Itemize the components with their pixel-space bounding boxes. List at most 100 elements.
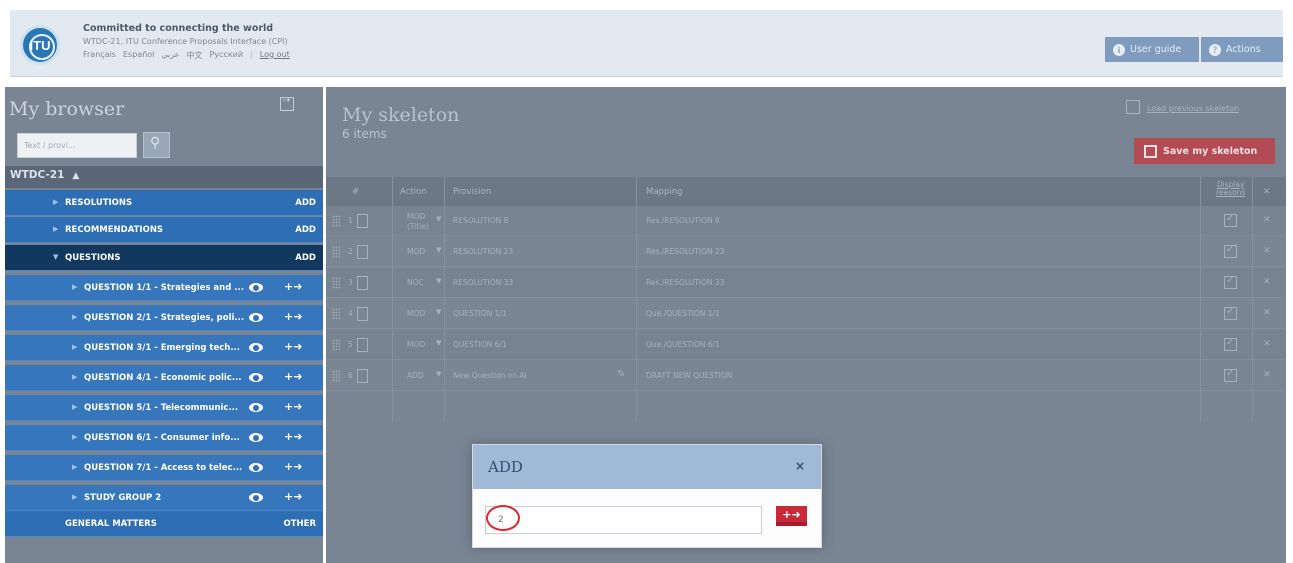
remove-icon[interactable]: ✕ [1263, 246, 1271, 256]
remove-icon[interactable]: ✕ [1263, 308, 1271, 318]
add-link[interactable]: ADD [295, 198, 316, 208]
action-select[interactable]: NOC [407, 278, 424, 287]
tree-item-study-group-2[interactable]: ▶ STUDY GROUP 2 +➜ [5, 485, 323, 511]
document-icon[interactable] [357, 369, 368, 383]
tree-item-questions[interactable]: ▼ QUESTIONS ADD [5, 245, 323, 271]
dropdown-icon[interactable]: ▼ [436, 277, 441, 285]
view-icon[interactable] [249, 373, 263, 382]
tree-item-resolutions[interactable]: ▶ RESOLUTIONS ADD [5, 190, 323, 216]
drag-handle[interactable] [332, 215, 340, 227]
tree-item-question-6-1[interactable]: ▶ QUESTION 6/1 - Consumer info... +➜ [5, 425, 323, 451]
tree-item-question-5-1[interactable]: ▶ QUESTION 5/1 - Telecommunic... +➜ [5, 395, 323, 421]
remove-icon[interactable]: ✕ [1263, 215, 1271, 225]
document-icon[interactable] [357, 307, 368, 321]
lang-chinese[interactable]: 中文 [186, 50, 202, 61]
table-row[interactable]: 3 NOC ▼ RESOLUTION 33 Res./RESOLUTION 33… [326, 268, 1286, 298]
add-arrow-icon[interactable]: +➜ [284, 430, 302, 443]
document-icon[interactable] [357, 338, 368, 352]
display-reasons-checkbox[interactable] [1224, 213, 1237, 227]
document-icon[interactable] [357, 276, 368, 290]
dropdown-icon[interactable]: ▼ [436, 246, 441, 254]
tree-item-recommendations[interactable]: ▶ RECOMMENDATIONS ADD [5, 217, 323, 243]
display-reasons-checkbox[interactable] [1224, 244, 1237, 258]
browser-search-input[interactable]: Text / provi... [17, 133, 137, 158]
add-link[interactable]: ADD [295, 225, 316, 235]
display-reasons-checkbox[interactable] [1224, 337, 1237, 351]
user-guide-label: User guide [1130, 44, 1182, 55]
drag-handle[interactable] [332, 246, 340, 258]
dropdown-icon[interactable]: ▼ [436, 215, 441, 223]
display-reasons-checkbox[interactable] [1224, 306, 1237, 320]
collapse-panel-icon[interactable] [280, 95, 294, 111]
document-icon[interactable] [357, 245, 368, 259]
add-arrow-icon[interactable]: +➜ [284, 280, 302, 293]
dropdown-icon[interactable]: ▼ [436, 339, 441, 347]
add-arrow-icon[interactable]: +➜ [284, 490, 302, 503]
view-icon[interactable] [249, 313, 263, 322]
tree-item-question-2-1[interactable]: ▶ QUESTION 2/1 - Strategies, poli... +➜ [5, 305, 323, 331]
remove-icon[interactable]: ✕ [1263, 277, 1271, 287]
action-select[interactable]: MOD (Title) [407, 212, 429, 232]
add-arrow-icon[interactable]: +➜ [284, 370, 302, 383]
add-arrow-icon[interactable]: +➜ [284, 460, 302, 473]
search-button[interactable]: ⚲ [143, 132, 170, 158]
document-icon[interactable] [357, 214, 368, 228]
close-icon[interactable]: × [795, 459, 805, 473]
view-icon[interactable] [249, 433, 263, 442]
table-row[interactable]: 4 MOD ▼ QUESTION 1/1 Que./QUESTION 1/1 ✕ [326, 299, 1286, 329]
drag-handle[interactable] [332, 339, 340, 351]
lang-spanish[interactable]: Español [123, 50, 154, 61]
col-display-reasons[interactable]: Display reasons [1216, 181, 1245, 197]
edit-pencil-icon[interactable]: ✎ [617, 369, 625, 380]
tree-item-general-matters[interactable]: GENERAL MATTERS OTHER [5, 511, 323, 537]
display-reasons-checkbox[interactable] [1224, 275, 1237, 289]
table-row[interactable]: 2 MOD ▼ RESOLUTION 23 Res./RESOLUTION 23… [326, 237, 1286, 267]
table-row[interactable]: 1 MOD (Title) ▼ RESOLUTION 8 Res./RESOLUT… [326, 206, 1286, 236]
tree-item-question-1-1[interactable]: ▶ QUESTION 1/1 - Strategies and ... +➜ [5, 275, 323, 301]
add-arrow-icon[interactable]: +➜ [284, 400, 302, 413]
view-icon[interactable] [249, 403, 263, 412]
tree-item-label: QUESTION 5/1 - Telecommunic... [84, 403, 239, 413]
view-icon[interactable] [249, 283, 263, 292]
view-icon[interactable] [249, 343, 263, 352]
clear-all-icon[interactable]: ✕ [1263, 187, 1270, 197]
view-icon[interactable] [249, 493, 263, 502]
action-select[interactable]: MOD [407, 309, 425, 318]
view-icon[interactable] [249, 463, 263, 472]
display-reasons-checkbox[interactable] [1224, 368, 1237, 382]
other-link[interactable]: OTHER [284, 519, 317, 529]
load-icon[interactable] [1126, 100, 1140, 114]
add-arrow-icon[interactable]: +➜ [284, 310, 302, 323]
tree-root[interactable]: WTDC-21 ▲ [5, 166, 323, 188]
drag-handle[interactable] [332, 370, 340, 382]
lang-arabic[interactable]: عربي [161, 50, 179, 61]
caret-right-icon: ▶ [72, 373, 78, 381]
logout-link[interactable]: Log out [260, 50, 290, 61]
dropdown-icon[interactable]: ▼ [436, 370, 441, 378]
action-select[interactable]: MOD [407, 340, 425, 349]
remove-icon[interactable]: ✕ [1263, 370, 1271, 380]
tree-item-question-3-1[interactable]: ▶ QUESTION 3/1 - Emerging tech... +➜ [5, 335, 323, 361]
lang-russian[interactable]: Русский [209, 50, 243, 61]
drag-handle[interactable] [332, 308, 340, 320]
action-select[interactable]: MOD [407, 247, 425, 256]
drag-handle[interactable] [332, 277, 340, 289]
dropdown-icon[interactable]: ▼ [436, 308, 441, 316]
add-link[interactable]: ADD [295, 253, 316, 263]
add-number-input[interactable]: 2 [485, 506, 762, 534]
user-guide-button[interactable]: i User guide [1105, 37, 1199, 62]
itu-logo[interactable]: ITU [20, 25, 60, 65]
tree-item-question-4-1[interactable]: ▶ QUESTION 4/1 - Economic polic... +➜ [5, 365, 323, 391]
save-skeleton-button[interactable]: Save my skeleton [1134, 138, 1275, 164]
load-previous-link[interactable]: Load previous skeleton [1147, 104, 1239, 113]
tree-item-question-7-1[interactable]: ▶ QUESTION 7/1 - Access to telec... +➜ [5, 455, 323, 481]
confirm-add-button[interactable]: +➜ [776, 506, 807, 526]
lang-french[interactable]: Français [83, 50, 116, 61]
action-select[interactable]: ADD [407, 371, 424, 380]
table-row[interactable]: 6 ADD ▼ New Question on AI ✎ DRAFT NEW Q… [326, 361, 1286, 391]
table-row[interactable]: 5 MOD ▼ QUESTION 6/1 Que./QUESTION 6/1 ✕ [326, 330, 1286, 360]
add-arrow-icon[interactable]: +➜ [284, 340, 302, 353]
app-subtitle: WTDC-21, ITU Conference Proposals Interf… [83, 37, 288, 46]
actions-button[interactable]: ? Actions [1201, 37, 1283, 62]
remove-icon[interactable]: ✕ [1263, 339, 1271, 349]
